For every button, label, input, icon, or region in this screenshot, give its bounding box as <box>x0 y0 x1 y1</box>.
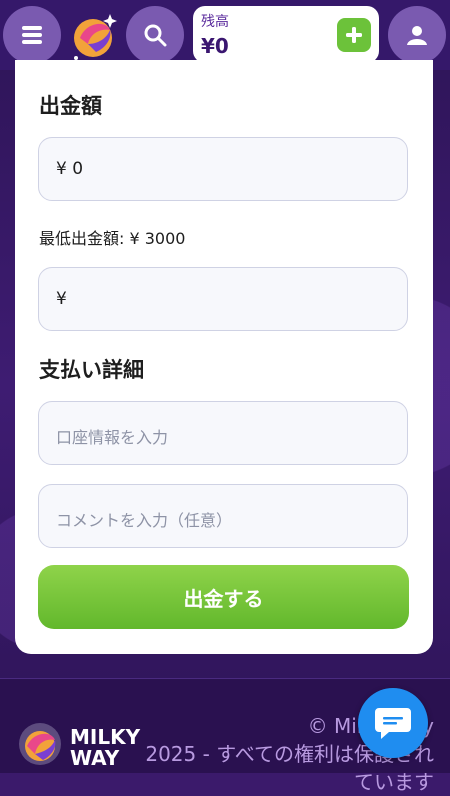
available-amount-value: ¥ 0 <box>56 159 84 179</box>
user-icon <box>407 26 427 45</box>
withdraw-card: 出金額 ¥ 0 最低出金額: ¥ 3000 ¥ 支払い詳細 口座情報を入力 コメ… <box>15 60 433 654</box>
minimum-withdraw-label: 最低出金額: ¥ 3000 <box>39 229 186 248</box>
milky-way-footer-logo <box>19 723 61 765</box>
live-chat-button[interactable] <box>358 688 428 758</box>
milky-way-logo[interactable] <box>66 8 122 64</box>
withdraw-amount-heading: 出金額 <box>39 94 102 118</box>
plus-icon <box>346 27 362 43</box>
search-icon <box>144 24 167 47</box>
balance-label: 残高 <box>201 14 229 30</box>
search-button[interactable] <box>126 6 184 64</box>
chat-bubble-icon <box>375 708 411 739</box>
account-info-input[interactable]: 口座情報を入力 <box>38 401 408 465</box>
balance-value: ¥0 <box>201 34 229 58</box>
withdraw-submit-button[interactable]: 出金する <box>38 565 409 629</box>
brand-name: MILKY WAY <box>70 725 141 770</box>
account-button[interactable] <box>388 6 446 64</box>
withdraw-amount-input[interactable]: ¥ <box>38 267 408 331</box>
comment-input[interactable]: コメントを入力（任意） <box>38 484 408 548</box>
hamburger-icon <box>22 26 42 44</box>
currency-prefix: ¥ <box>56 289 67 309</box>
deposit-add-button[interactable] <box>337 18 371 52</box>
comment-placeholder: コメントを入力（任意） <box>56 511 233 530</box>
available-amount-field: ¥ 0 <box>38 137 408 201</box>
menu-button[interactable] <box>3 6 61 64</box>
account-info-placeholder: 口座情報を入力 <box>56 428 169 447</box>
balance-widget[interactable]: 残高 ¥0 <box>193 6 379 63</box>
payment-details-heading: 支払い詳細 <box>39 358 144 382</box>
